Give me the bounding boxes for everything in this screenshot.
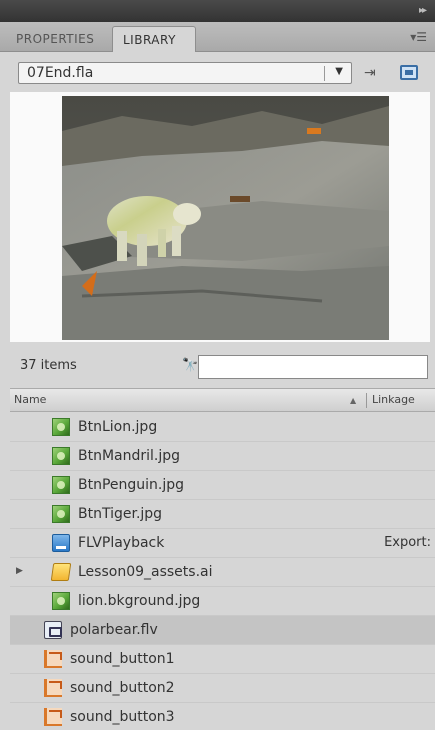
button-symbol-icon (44, 679, 62, 697)
column-header-linkage[interactable]: Linkage (372, 393, 415, 406)
tab-properties[interactable]: PROPERTIES (6, 26, 104, 52)
column-header: Name ▲ Linkage (10, 388, 435, 412)
item-linkage: Export: (384, 535, 431, 550)
list-item[interactable]: BtnLion.jpg (10, 413, 435, 442)
item-name: BtnMandril.jpg (78, 448, 181, 464)
list-item[interactable]: lion.bkground.jpg (10, 587, 435, 616)
component-icon (52, 534, 70, 552)
document-row: 07End.fla ▼ ⇥ (0, 52, 435, 92)
button-symbol-icon (44, 708, 62, 726)
list-item[interactable]: BtnTiger.jpg (10, 500, 435, 529)
preview-area (10, 92, 430, 342)
item-name: BtnLion.jpg (78, 419, 158, 435)
panel-tabs: PROPERTIES LIBRARY ▾☰ (0, 22, 435, 53)
item-name: Lesson09_assets.ai (78, 564, 213, 580)
item-name: lion.bkground.jpg (78, 593, 201, 609)
bitmap-icon (52, 447, 70, 465)
document-select-value: 07End.fla (27, 65, 94, 81)
item-name: sound_button1 (70, 651, 175, 667)
chevron-down-icon[interactable]: ▼ (335, 66, 343, 77)
search-row: 37 items 🔭 (0, 345, 435, 385)
panel-title-bar[interactable]: ▸▸ (0, 0, 435, 22)
select-divider (324, 66, 325, 81)
bitmap-icon (52, 476, 70, 494)
column-header-name[interactable]: Name (14, 393, 46, 406)
column-divider[interactable] (366, 393, 367, 408)
list-item[interactable]: BtnMandril.jpg (10, 442, 435, 471)
video-icon (44, 621, 62, 639)
list-item[interactable]: sound_button2 (10, 674, 435, 703)
panel-menu-icon[interactable]: ▾☰ (410, 30, 427, 44)
preview-image (62, 96, 389, 340)
button-symbol-icon (44, 650, 62, 668)
disclosure-triangle-icon[interactable]: ▶ (16, 566, 23, 576)
list-item-selected[interactable]: polarbear.flv (10, 616, 435, 645)
list-item[interactable]: BtnPenguin.jpg (10, 471, 435, 500)
list-item[interactable]: sound_button3 (10, 703, 435, 730)
sort-ascending-icon[interactable]: ▲ (350, 396, 356, 405)
tab-library[interactable]: LIBRARY (112, 26, 196, 53)
list-item[interactable]: sound_button1 (10, 645, 435, 674)
library-item-list: BtnLion.jpg BtnMandril.jpg BtnPenguin.jp… (10, 413, 435, 730)
document-select[interactable]: 07End.fla ▼ (18, 62, 352, 84)
binoculars-icon: 🔭 (182, 358, 199, 373)
new-library-panel-icon[interactable] (400, 65, 418, 80)
bitmap-icon (52, 505, 70, 523)
list-item[interactable]: ▶ Lesson09_assets.ai (10, 558, 435, 587)
bitmap-icon (52, 592, 70, 610)
item-name: sound_button2 (70, 680, 175, 696)
bitmap-icon (52, 418, 70, 436)
pin-icon[interactable]: ⇥ (364, 65, 376, 81)
folder-icon (50, 563, 72, 581)
item-name: BtnPenguin.jpg (78, 477, 185, 493)
item-name: sound_button3 (70, 709, 175, 725)
search-input[interactable] (198, 355, 428, 379)
item-name: BtnTiger.jpg (78, 506, 163, 522)
item-name: polarbear.flv (70, 622, 158, 638)
item-name: FLVPlayback (78, 535, 165, 551)
collapse-icon[interactable]: ▸▸ (419, 5, 427, 16)
list-item[interactable]: FLVPlayback Export: (10, 529, 435, 558)
items-count: 37 items (20, 358, 77, 373)
